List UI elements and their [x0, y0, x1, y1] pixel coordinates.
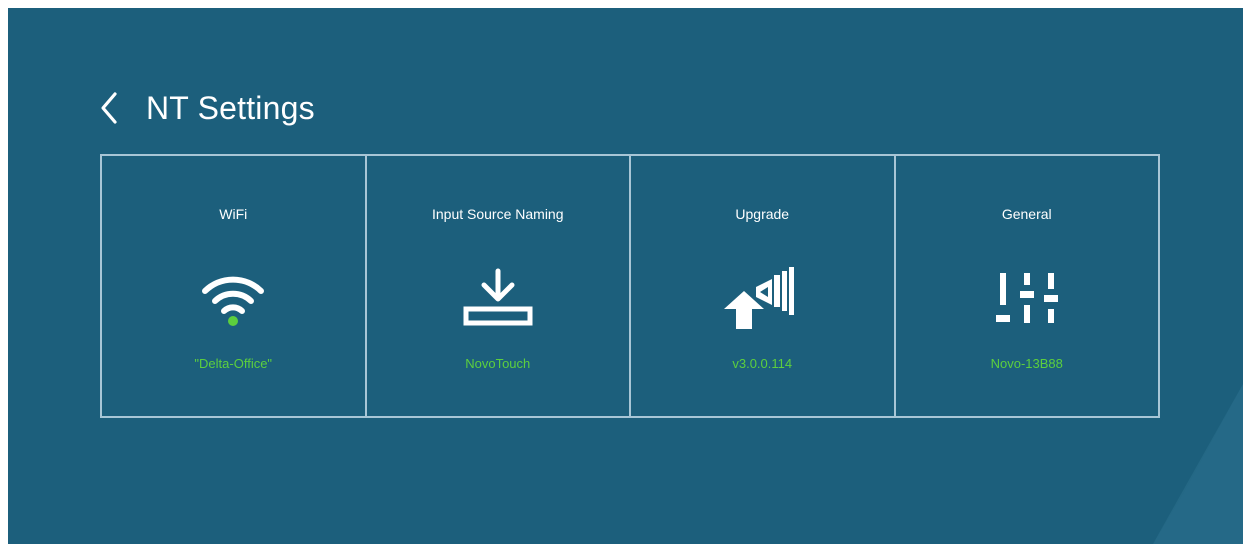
wifi-network-name: "Delta-Office": [194, 356, 273, 371]
tile-label: Input Source Naming: [431, 206, 564, 222]
upgrade-icon: [717, 264, 807, 334]
input-source-icon: [453, 264, 543, 334]
tile-wifi[interactable]: WiFi "Delta-Office": [102, 156, 367, 416]
back-button[interactable]: [94, 88, 124, 128]
firmware-version: v3.0.0.114: [732, 356, 793, 371]
tile-general[interactable]: General Novo-13B88: [896, 156, 1159, 416]
tile-upgrade[interactable]: Upgrade v3.0.0.114: [631, 156, 896, 416]
tile-label: Upgrade: [735, 206, 790, 222]
tile-label: WiFi: [219, 206, 248, 222]
sliders-icon: [982, 264, 1072, 334]
page-title: NT Settings: [146, 89, 315, 126]
chevron-left-icon: [101, 92, 117, 124]
header: NT Settings: [94, 86, 315, 130]
input-source-name: NovoTouch: [465, 356, 531, 371]
wifi-icon: [188, 264, 278, 334]
settings-grid: WiFi "Delta-Office" Input Source Naming: [100, 154, 1160, 418]
tile-label: General: [1001, 206, 1052, 222]
settings-screen: NT Settings WiFi "Delta-Office" Input So…: [8, 8, 1243, 544]
tile-input-source-naming[interactable]: Input Source Naming NovoTouch: [367, 156, 631, 416]
device-name: Novo-13B88: [990, 356, 1063, 371]
